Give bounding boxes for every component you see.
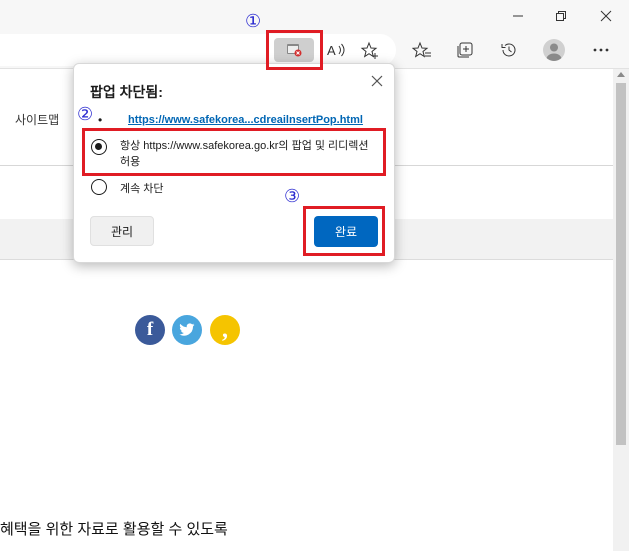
step-marker-3: ③: [284, 186, 301, 207]
callout-box-2: [82, 128, 386, 176]
callout-box-3: [303, 206, 385, 256]
step-marker-1: ①: [245, 11, 262, 32]
sitemap-link[interactable]: 사이트맵: [15, 111, 59, 128]
history-icon[interactable]: [494, 35, 524, 65]
keep-blocking-radio[interactable]: [91, 179, 107, 195]
scroll-thumb[interactable]: [616, 83, 626, 445]
title-bar: [0, 0, 629, 32]
body-text: 혜택을 위한 자료로 활용할 수 있도록: [0, 521, 228, 538]
dialog-title: 팝업 차단됨:: [90, 84, 163, 100]
read-aloud-icon[interactable]: A: [321, 35, 351, 65]
facebook-share-icon[interactable]: f: [135, 315, 165, 345]
scroll-up-arrow-icon[interactable]: [617, 72, 625, 77]
manage-button[interactable]: 관리: [90, 216, 154, 246]
scrollbar[interactable]: [613, 69, 629, 551]
callout-box-1: [266, 30, 323, 70]
add-favorite-icon[interactable]: [355, 35, 385, 65]
kakaostory-share-icon[interactable]: ,: [210, 315, 240, 345]
close-icon[interactable]: [588, 4, 624, 28]
list-bullet: •: [98, 113, 103, 127]
blocked-popup-link[interactable]: https://www.safekorea...cdreailnsertPop.…: [128, 114, 363, 126]
dialog-close-icon[interactable]: [368, 72, 386, 90]
keep-blocking-label[interactable]: 계속 차단: [120, 180, 164, 196]
minimize-icon[interactable]: [500, 4, 536, 28]
step-marker-2: ②: [77, 104, 94, 125]
favorites-icon[interactable]: [407, 35, 437, 65]
collections-icon[interactable]: [450, 35, 480, 65]
more-icon[interactable]: [586, 35, 616, 65]
twitter-share-icon[interactable]: [172, 315, 202, 345]
restore-icon[interactable]: [543, 4, 579, 28]
profile-icon[interactable]: [543, 39, 565, 61]
svg-text:A: A: [327, 43, 336, 58]
